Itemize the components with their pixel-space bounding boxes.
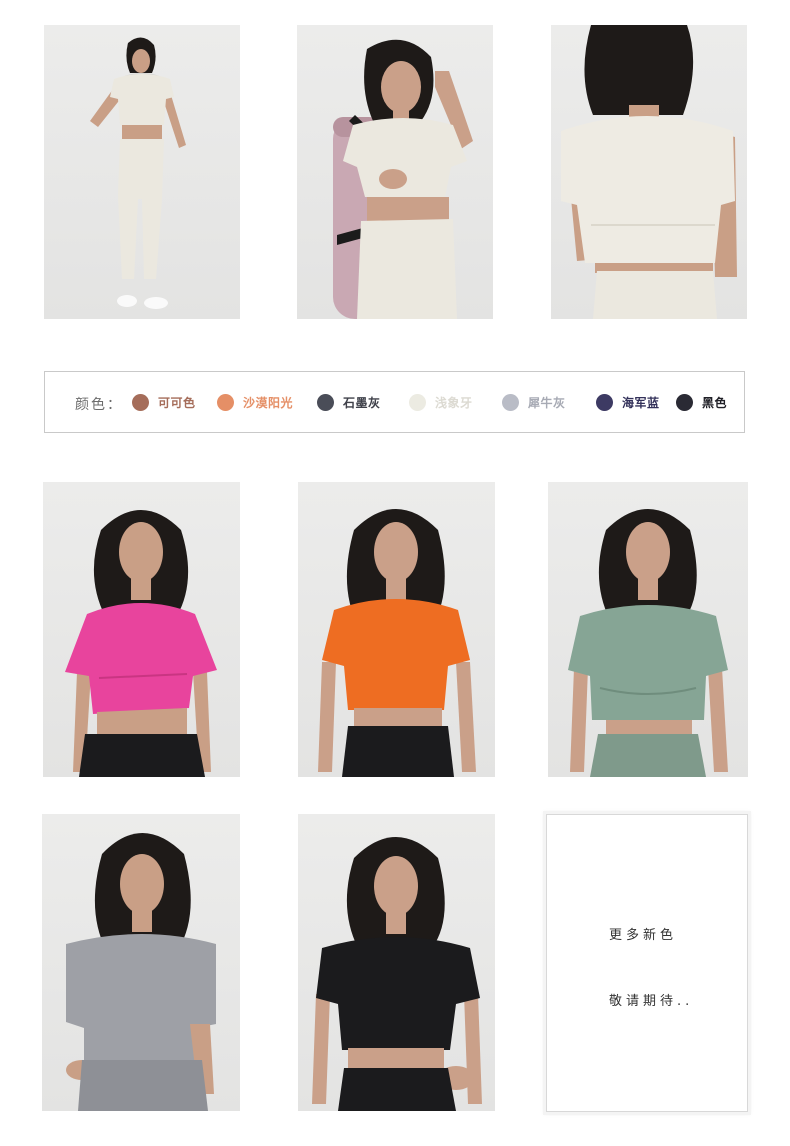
more-colors-text: 更多新色 [609, 928, 678, 943]
swatch-ivory[interactable]: 浅象牙 [409, 392, 473, 412]
swatch-dot-sand [217, 393, 234, 411]
photo-gray-top [42, 814, 240, 1111]
swatch-rhino-gray[interactable]: 犀牛灰 [502, 392, 566, 412]
swatch-stone-gray[interactable]: 石墨灰 [317, 392, 381, 412]
photo-ivory-full-body [44, 25, 240, 319]
color-legend: 颜色： 可可色 沙漠阳光 石墨灰 浅象牙 犀牛灰 海军蓝 黑色 [44, 371, 745, 433]
swatch-name-navy: 海军蓝 [622, 395, 660, 410]
swatch-name-sand: 沙漠阳光 [243, 395, 294, 410]
photo-ivory-back-view [551, 25, 747, 319]
more-colors-card: 更多新色 敬请期待.. [546, 814, 748, 1112]
swatch-name-rhino-gray: 犀牛灰 [528, 395, 566, 410]
swatch-sand[interactable]: 沙漠阳光 [217, 392, 293, 412]
swatch-name-black: 黑色 [702, 395, 728, 410]
stay-tuned-text: 敬请期待.. [609, 994, 694, 1009]
photo-pink-top [43, 482, 240, 777]
swatch-name-cocoa: 可可色 [158, 395, 196, 410]
photo-orange-top [298, 482, 495, 777]
swatch-dot-rhino-gray [502, 393, 519, 411]
swatch-dot-stone-gray [317, 393, 334, 411]
photo-green-top [548, 482, 748, 777]
swatch-cocoa[interactable]: 可可色 [132, 392, 196, 412]
swatch-dot-ivory [409, 393, 426, 411]
swatch-dot-black [676, 393, 693, 411]
swatch-dot-cocoa [132, 393, 149, 411]
swatch-dot-navy [596, 393, 613, 411]
color-legend-label: 颜色： [75, 397, 123, 413]
photo-ivory-with-yoga-mat [297, 25, 493, 319]
swatch-navy[interactable]: 海军蓝 [596, 392, 660, 412]
swatch-black[interactable]: 黑色 [676, 392, 727, 412]
photo-black-top [298, 814, 495, 1111]
swatch-name-stone-gray: 石墨灰 [343, 395, 381, 410]
swatch-name-ivory: 浅象牙 [435, 395, 473, 410]
